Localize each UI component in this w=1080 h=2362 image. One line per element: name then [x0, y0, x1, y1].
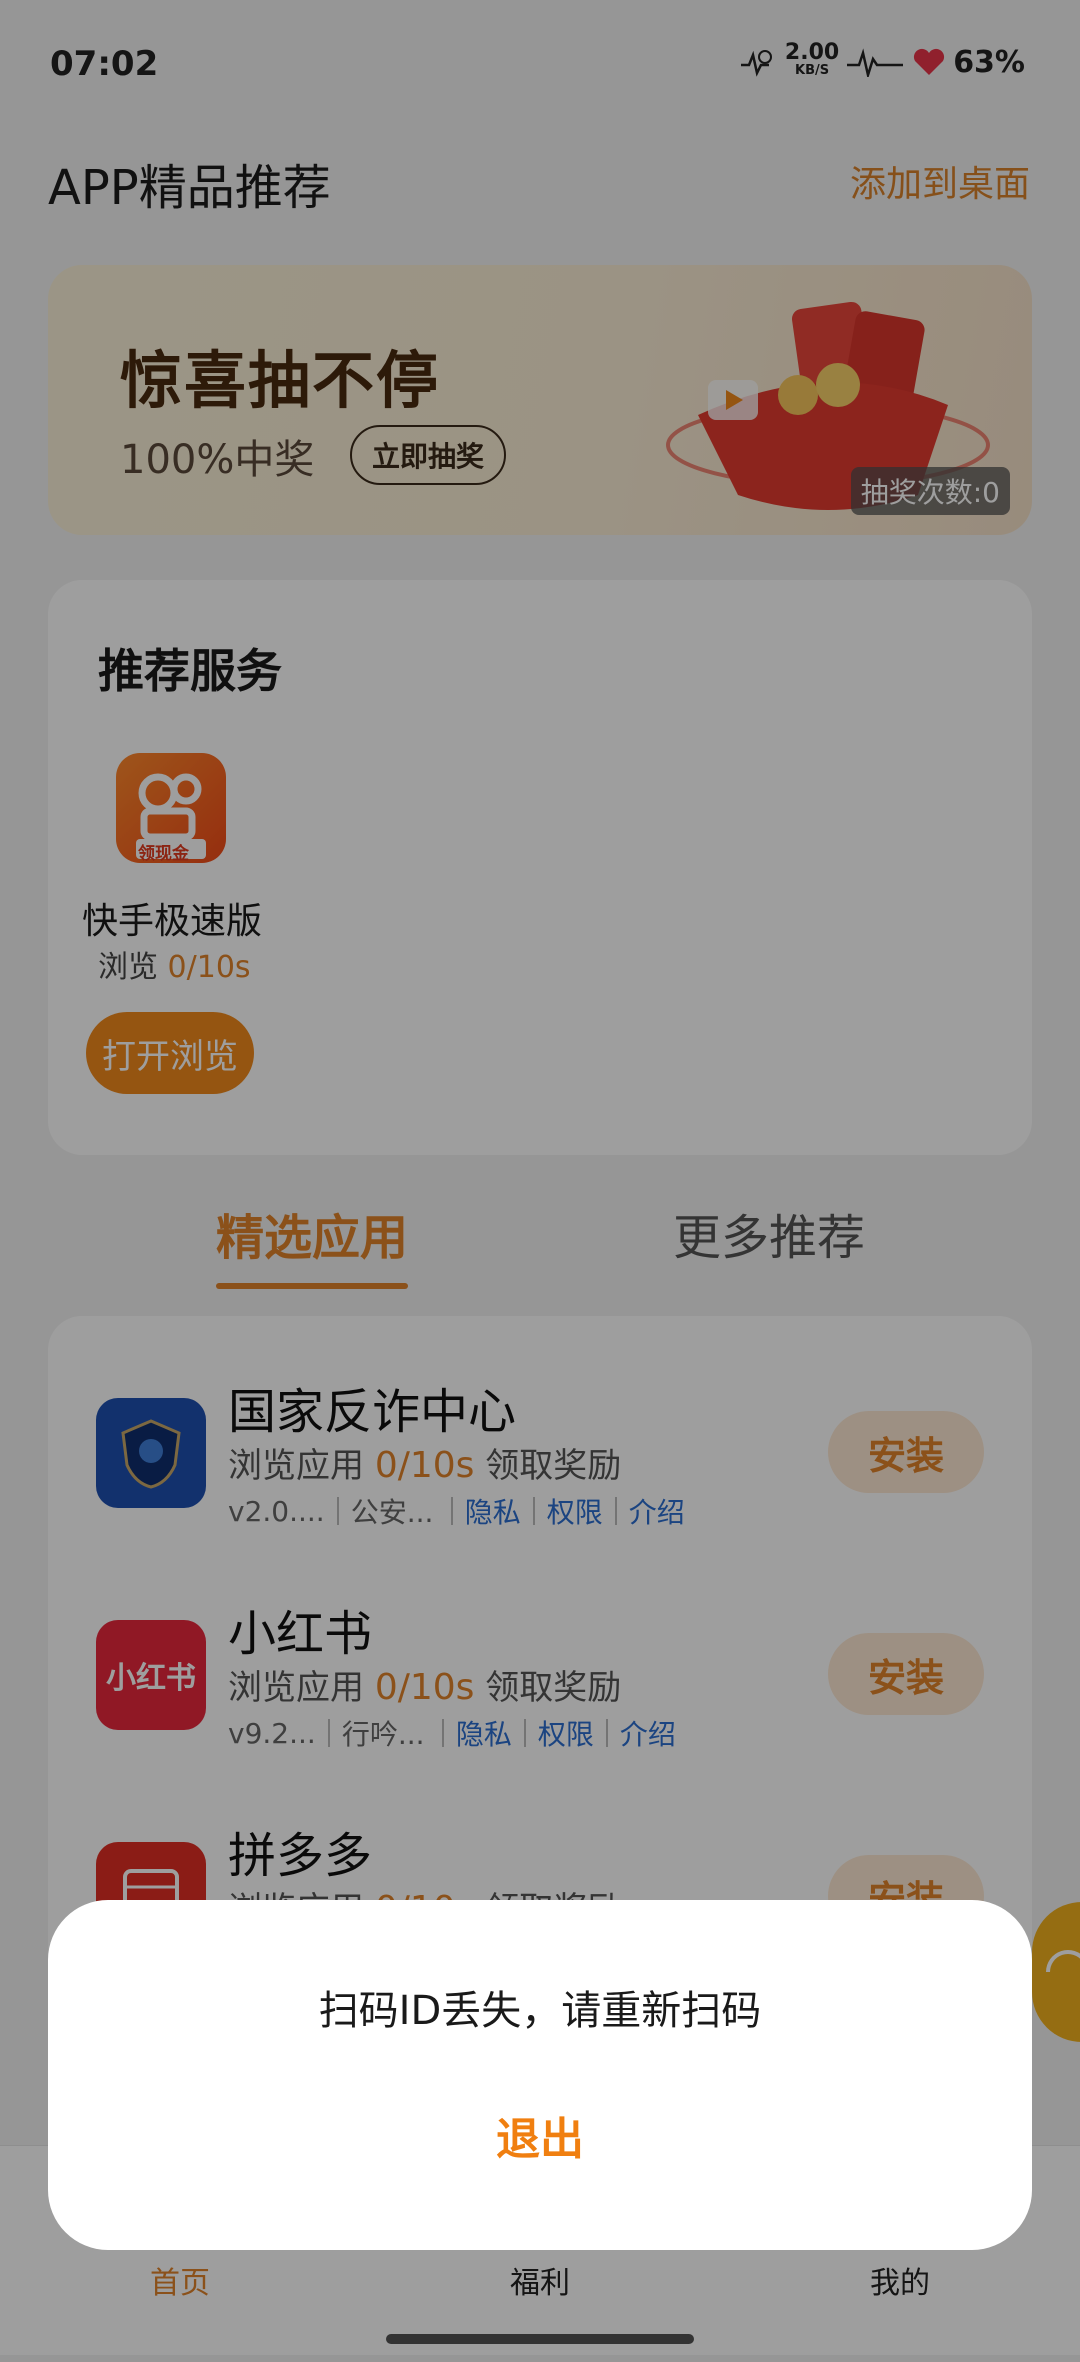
home-indicator[interactable] [386, 2334, 694, 2344]
error-dialog: 扫码ID丢失，请重新扫码 退出 [48, 1900, 1032, 2250]
dialog-message: 扫码ID丢失，请重新扫码 [318, 1988, 762, 2034]
exit-button[interactable]: 退出 [440, 2105, 640, 2175]
